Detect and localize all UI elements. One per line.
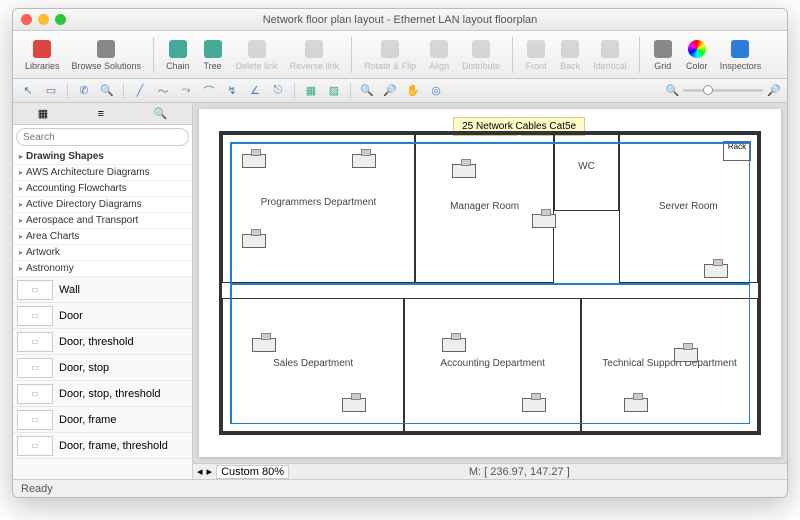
search-input[interactable] [16,128,189,146]
category-header: Drawing Shapes [13,149,192,165]
reverselink-button[interactable]: Reverse link [286,36,344,73]
workstation-icon [674,348,698,362]
status-bar: Ready [13,479,787,497]
arc-icon[interactable]: ⌒ [200,82,218,100]
horizontal-scroll[interactable]: ◂ ▸ Custom 80% M: [ 236.97, 147.27 ] [193,463,787,479]
zoom-select[interactable]: Custom 80% [216,465,289,479]
pointer-icon[interactable]: ↖ [19,82,37,100]
main-toolbar: LibrariesBrowse Solutions ChainTreeDelete… [13,31,787,79]
polyline-icon[interactable]: ↯ [223,82,241,100]
category-item[interactable]: Artwork [13,245,192,261]
room-label: Accounting Department [405,358,580,369]
sidebar-search[interactable] [13,125,192,149]
category-item[interactable]: Area Charts [13,229,192,245]
page-prev-icon[interactable]: ◂ [197,465,203,478]
workstation-icon [522,398,546,412]
list-view-icon[interactable]: ≡ [98,108,104,120]
status-text: Ready [21,483,53,495]
workstation-icon [342,398,366,412]
workstation-icon [532,214,556,228]
zoom-out-icon[interactable]: 🔎 [381,82,399,100]
group-icon[interactable]: ▦ [302,82,320,100]
tree-button[interactable]: Tree [198,36,228,73]
rotate-button[interactable]: Rotate & Flip [360,36,420,73]
browse-button[interactable]: Browse Solutions [68,36,146,73]
titlebar: Network floor plan layout - Ethernet LAN… [13,9,787,31]
workstation-icon [624,398,648,412]
back-button[interactable]: Back [555,36,585,73]
curve-icon[interactable]: ～ [154,82,172,100]
workstation-icon [242,154,266,168]
shape-item[interactable]: ▭Door, frame, threshold [13,433,192,459]
workstation-icon [252,338,276,352]
front-button[interactable]: Front [521,36,551,73]
align-button[interactable]: Align [424,36,454,73]
shape-item[interactable]: ▭Door [13,303,192,329]
path-icon[interactable]: ⎋ [269,82,287,100]
room-label: WC [555,161,617,172]
workstation-icon [242,234,266,248]
connector-icon[interactable]: ⤳ [177,82,195,100]
libraries-button[interactable]: Libraries [21,36,64,73]
coord-readout: M: [ 236.97, 147.27 ] [469,466,570,478]
category-item[interactable]: AWS Architecture Diagrams [13,165,192,181]
workstation-icon [442,338,466,352]
category-item[interactable]: Accounting Flowcharts [13,181,192,197]
grid-button[interactable]: Grid [648,36,678,73]
room-label: Sales Department [223,358,403,369]
workstation-icon [352,154,376,168]
shape-item[interactable]: ▭Door, stop [13,355,192,381]
sidebar: ▦ ≡ 🔍 Drawing Shapes AWS Architecture Di… [13,103,193,479]
window-title: Network floor plan layout - Ethernet LAN… [13,14,787,26]
workstation-icon [452,164,476,178]
shape-item[interactable]: ▭Door, threshold [13,329,192,355]
target-icon[interactable]: ◎ [427,82,445,100]
room-label: Manager Room [416,201,553,212]
zoom-plus-icon[interactable]: 🔎 [767,84,781,97]
zoom-slider[interactable]: 🔍 🔎 [666,84,781,97]
line-icon[interactable]: ╱ [131,82,149,100]
ungroup-icon[interactable]: ▨ [325,82,343,100]
chain-button[interactable]: Chain [162,36,194,73]
room-label: Server Room [620,201,757,212]
call-icon[interactable]: ✆ [75,82,93,100]
shape-item[interactable]: ▭Door, frame [13,407,192,433]
zoom-in-icon[interactable]: 🔍 [358,82,376,100]
angle-icon[interactable]: ∠ [246,82,264,100]
rack-label: Rack [723,141,751,161]
node-tool-icon[interactable]: ▭ [42,82,60,100]
page-next-icon[interactable]: ▸ [207,465,213,478]
identical-button[interactable]: Identical [589,36,631,73]
room-label: Technical Support Department [582,358,757,369]
color-button[interactable]: Color [682,36,712,73]
deletelink-button[interactable]: Delete link [232,36,282,73]
workstation-icon [704,264,728,278]
search-tool-icon[interactable]: 🔍 [98,82,116,100]
category-item[interactable]: Astronomy [13,261,192,277]
room-label: Programmers Department [223,197,414,208]
shape-item[interactable]: ▭Door, stop, threshold [13,381,192,407]
inspectors-button[interactable]: Inspectors [716,36,766,73]
grid-view-icon[interactable]: ▦ [38,107,48,120]
category-item[interactable]: Aerospace and Transport [13,213,192,229]
category-item[interactable]: Active Directory Diagrams [13,197,192,213]
floor-outline: Programmers Department Manager Room WC S… [219,131,761,435]
drawing-canvas[interactable]: 25 Network Cables Cat5e Programmers Depa… [199,109,781,457]
filter-icon[interactable]: 🔍 [154,107,168,120]
hand-icon[interactable]: ✋ [404,82,422,100]
zoom-minus-icon[interactable]: 🔍 [666,84,680,97]
shape-item[interactable]: ▭Wall [13,277,192,303]
tool-ribbon: ↖ ▭ ✆ 🔍 ╱ ～ ⤳ ⌒ ↯ ∠ ⎋ ▦ ▨ 🔍 🔎 ✋ ◎ 🔍 🔎 [13,79,787,103]
shape-list: ▭Wall▭Door▭Door, threshold▭Door, stop▭Do… [13,277,192,479]
sidebar-tabs[interactable]: ▦ ≡ 🔍 [13,103,192,125]
distribute-button[interactable]: Distribute [458,36,504,73]
